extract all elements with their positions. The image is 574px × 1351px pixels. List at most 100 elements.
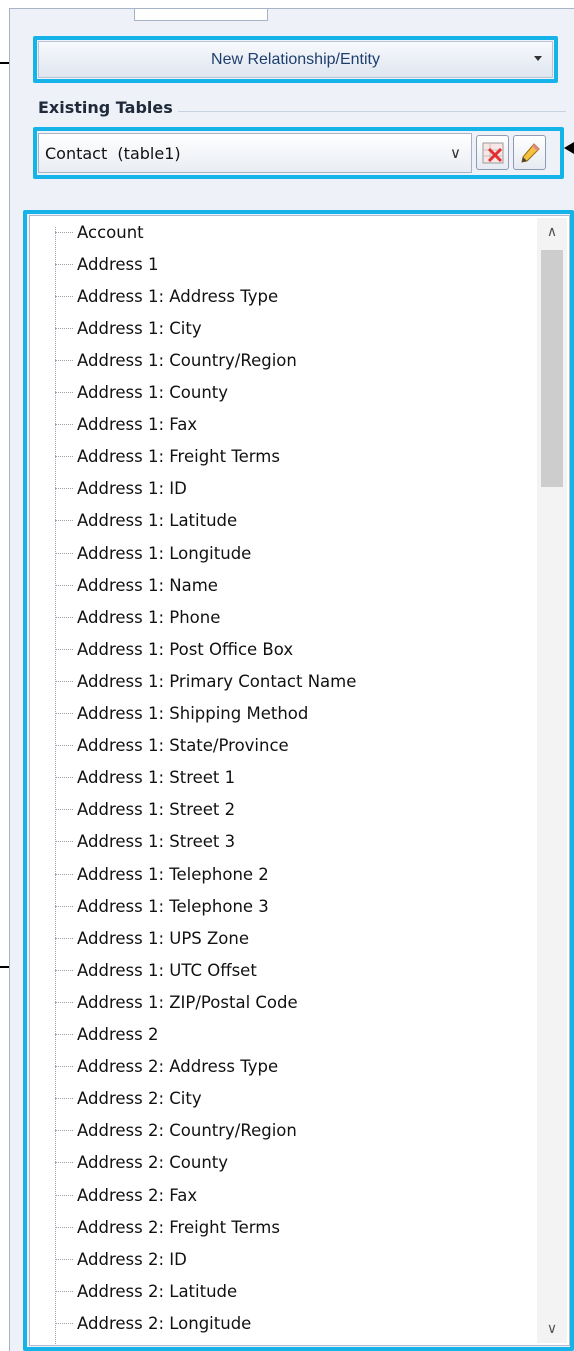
tree-item[interactable]: Address 2: County bbox=[55, 1147, 228, 1179]
tree-item-label: Address 2 bbox=[77, 1025, 159, 1044]
tree-item[interactable]: Address 2: ID bbox=[55, 1243, 187, 1275]
new-relationship-button[interactable]: New Relationship/Entity bbox=[38, 41, 553, 78]
tree-connector bbox=[55, 1130, 73, 1132]
tree-item[interactable]: Address 1: Name bbox=[55, 569, 218, 601]
chevron-down-icon: ∨ bbox=[450, 144, 461, 162]
tree-item[interactable]: Address 1: Street 1 bbox=[55, 762, 235, 794]
group-divider bbox=[178, 111, 566, 112]
tree-item-label: Address 1: Longitude bbox=[77, 543, 252, 563]
tree-connector bbox=[55, 809, 73, 811]
existing-tables-select[interactable]: Contact (table1) ∨ bbox=[38, 133, 472, 173]
tree-connector bbox=[55, 1098, 73, 1100]
chevron-up-icon[interactable]: ∧ bbox=[537, 218, 567, 246]
tree-item[interactable]: Address 1: Address Type bbox=[55, 280, 278, 312]
tree-connector bbox=[55, 937, 73, 939]
tree-connector bbox=[55, 616, 73, 618]
caret-down-icon bbox=[534, 56, 542, 61]
tree-item-label: Address 1: State/Province bbox=[77, 736, 289, 756]
tree-item-label: Address 1: Telephone 2 bbox=[77, 864, 269, 884]
tree-item[interactable]: Address 1: UPS Zone bbox=[55, 922, 249, 954]
tree-item[interactable]: Address 1: Latitude bbox=[55, 505, 237, 537]
tree-connector bbox=[55, 424, 73, 426]
tree-item[interactable]: Account bbox=[55, 216, 144, 248]
tree-item[interactable]: Address 2: Longitude bbox=[55, 1307, 251, 1339]
tree-item-label: Address 1: Street 2 bbox=[77, 800, 236, 820]
tree-item-label: Address 2: Fax bbox=[77, 1185, 198, 1205]
tree-item[interactable]: Address 2 bbox=[55, 1019, 158, 1051]
tree-connector bbox=[55, 841, 73, 843]
tree-item[interactable]: Address 1: Street 2 bbox=[55, 794, 235, 826]
tree-item-label: Address 1: UTC Offset bbox=[77, 960, 257, 980]
tree-item[interactable]: Address 1: State/Province bbox=[55, 730, 289, 762]
tree-item[interactable]: Address 2: Address Type bbox=[55, 1051, 278, 1083]
tree-item-label: Address 1: Name bbox=[77, 575, 218, 595]
tree-connector bbox=[55, 392, 73, 393]
tree-item[interactable]: Address 1: Country/Region bbox=[55, 344, 297, 376]
tree-item-label: Address 1: ZIP/Postal Code bbox=[77, 992, 298, 1012]
tree-item-label: Address 1: Address Type bbox=[77, 286, 279, 306]
tree-item-label: Address 1: Street 1 bbox=[77, 768, 236, 788]
edit-table-button[interactable] bbox=[513, 135, 546, 170]
tree-connector bbox=[55, 327, 73, 329]
field-list[interactable]: Account Address 1 Address 1: Address Type A… bbox=[29, 215, 570, 1346]
tree-item[interactable]: Address 1: Fax bbox=[55, 409, 197, 441]
tree-connector bbox=[55, 1034, 73, 1035]
tree-item[interactable]: Address 1: ZIP/Postal Code bbox=[55, 986, 298, 1018]
tree-item-label: Address 2: ID bbox=[77, 1249, 187, 1269]
tree-connector bbox=[55, 552, 73, 554]
tree-item-label: Address 2: Latitude bbox=[77, 1281, 238, 1301]
tree-item-label: Address 1: Fax bbox=[77, 415, 198, 435]
tree-item[interactable]: Address 1: County bbox=[55, 377, 228, 409]
tree-item[interactable]: Address 1: Phone bbox=[55, 601, 220, 633]
tree-item[interactable]: Address 2: City bbox=[55, 1083, 202, 1115]
tree-item-label: Address 1: Country/Region bbox=[77, 350, 297, 370]
delete-table-button[interactable] bbox=[476, 135, 509, 170]
chevron-down-icon[interactable]: ∨ bbox=[537, 1315, 567, 1343]
tree-item-label: Address 2: Country/Region bbox=[77, 1121, 297, 1141]
tree-item[interactable]: Address 1: Post Office Box bbox=[55, 633, 293, 665]
tree-item[interactable]: Address 2: Fax bbox=[55, 1179, 197, 1211]
tree-connector bbox=[55, 456, 73, 458]
tab-notch bbox=[134, 9, 268, 21]
tree-item-label: Address 1: ID bbox=[77, 479, 187, 499]
tree-item[interactable]: Address 1: Street 3 bbox=[55, 826, 235, 858]
tree-item[interactable]: Address 1: Longitude bbox=[55, 537, 251, 569]
tree-item[interactable]: Address 1: Telephone 2 bbox=[55, 858, 269, 890]
tree-item[interactable]: Address 1: ID bbox=[55, 473, 187, 505]
tree-item-label: Address 2: Address Type bbox=[77, 1057, 279, 1077]
tree-item[interactable]: Address 2: Country/Region bbox=[55, 1115, 297, 1147]
callout-arrow-right-head bbox=[564, 142, 574, 154]
delete-table-icon bbox=[482, 142, 504, 164]
tree-item[interactable]: Address 2: Freight Terms bbox=[55, 1211, 280, 1243]
tree-item-label: Address 1: Telephone 3 bbox=[77, 896, 269, 916]
tree-item-label: Address 1: Post Office Box bbox=[77, 639, 294, 659]
edit-pencil-icon bbox=[521, 143, 540, 163]
scrollbar-thumb[interactable] bbox=[541, 250, 563, 487]
tree-connector bbox=[55, 1226, 73, 1228]
tree-item-label: Account bbox=[77, 222, 144, 242]
existing-tables-label: Existing Tables bbox=[38, 98, 173, 117]
tree-connector bbox=[55, 488, 73, 490]
tree-item[interactable]: Address 1: Freight Terms bbox=[55, 441, 280, 473]
tree-connector bbox=[55, 1258, 73, 1260]
tree-item[interactable]: Address 1 bbox=[55, 248, 158, 280]
tree-item[interactable]: Address 2: Latitude bbox=[55, 1275, 237, 1307]
tree-item[interactable]: Address 1: Shipping Method bbox=[55, 698, 308, 730]
tree-item-label: Address 1: Phone bbox=[77, 607, 221, 627]
tree-item[interactable]: Address 1: Primary Contact Name bbox=[55, 665, 356, 697]
tree-connector bbox=[55, 1322, 73, 1324]
new-relationship-label: New Relationship/Entity bbox=[211, 50, 380, 68]
tree-connector bbox=[55, 231, 73, 233]
tree-connector bbox=[55, 520, 73, 522]
tree-connector bbox=[55, 777, 73, 779]
tree-item[interactable]: Address 1: UTC Offset bbox=[55, 954, 257, 986]
tree-connector bbox=[55, 745, 73, 747]
tree-item[interactable]: Address 1: Telephone 3 bbox=[55, 890, 269, 922]
tree-item-label: Address 2: County bbox=[77, 1153, 229, 1173]
tree-item-label: Address 1: Primary Contact Name bbox=[77, 671, 357, 691]
tree-connector bbox=[55, 873, 73, 875]
tree-item-label: Address 2: City bbox=[77, 1089, 202, 1109]
tree-item[interactable]: Address 1: City bbox=[55, 312, 202, 344]
vertical-scrollbar[interactable]: ∧ ∨ bbox=[537, 218, 567, 1343]
tree-connector bbox=[55, 905, 73, 907]
